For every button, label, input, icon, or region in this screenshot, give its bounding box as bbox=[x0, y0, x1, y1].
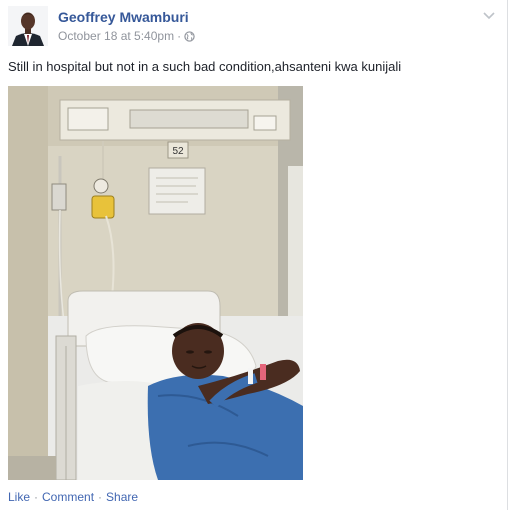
comment-link[interactable]: Comment bbox=[42, 490, 94, 504]
timestamp-link[interactable]: October 18 at 5:40pm bbox=[58, 29, 174, 43]
post-meta: October 18 at 5:40pm · bbox=[58, 29, 195, 43]
chevron-down-icon bbox=[483, 12, 495, 20]
post-text: Still in hospital but not in a such bad … bbox=[8, 59, 402, 74]
like-link[interactable]: Like bbox=[8, 490, 30, 504]
hospital-photo: 52 bbox=[8, 86, 303, 480]
action-separator: · bbox=[98, 490, 103, 504]
post-menu-button[interactable] bbox=[482, 8, 496, 20]
share-link[interactable]: Share bbox=[106, 490, 138, 504]
action-separator: · bbox=[34, 490, 39, 504]
author-name-link[interactable]: Geoffrey Mwamburi bbox=[58, 9, 189, 25]
avatar-image bbox=[8, 6, 48, 46]
avatar[interactable] bbox=[8, 6, 48, 46]
post-photo[interactable]: 52 bbox=[8, 86, 303, 480]
room-number: 52 bbox=[172, 146, 184, 157]
meta-separator: · bbox=[177, 29, 182, 43]
globe-icon[interactable] bbox=[184, 30, 195, 42]
post-actions: Like · Comment · Share bbox=[8, 490, 138, 504]
